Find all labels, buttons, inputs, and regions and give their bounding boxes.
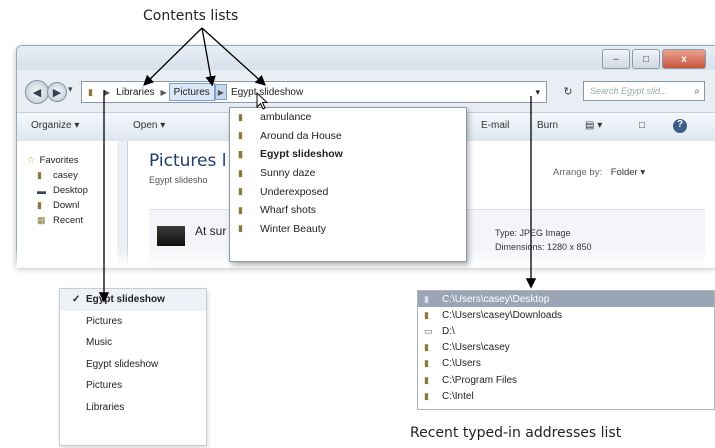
arrow-to-libraries-chevron	[143, 27, 203, 86]
callout-arrows	[98, 27, 537, 303]
arrow-to-slideshow-chevron	[201, 27, 266, 86]
